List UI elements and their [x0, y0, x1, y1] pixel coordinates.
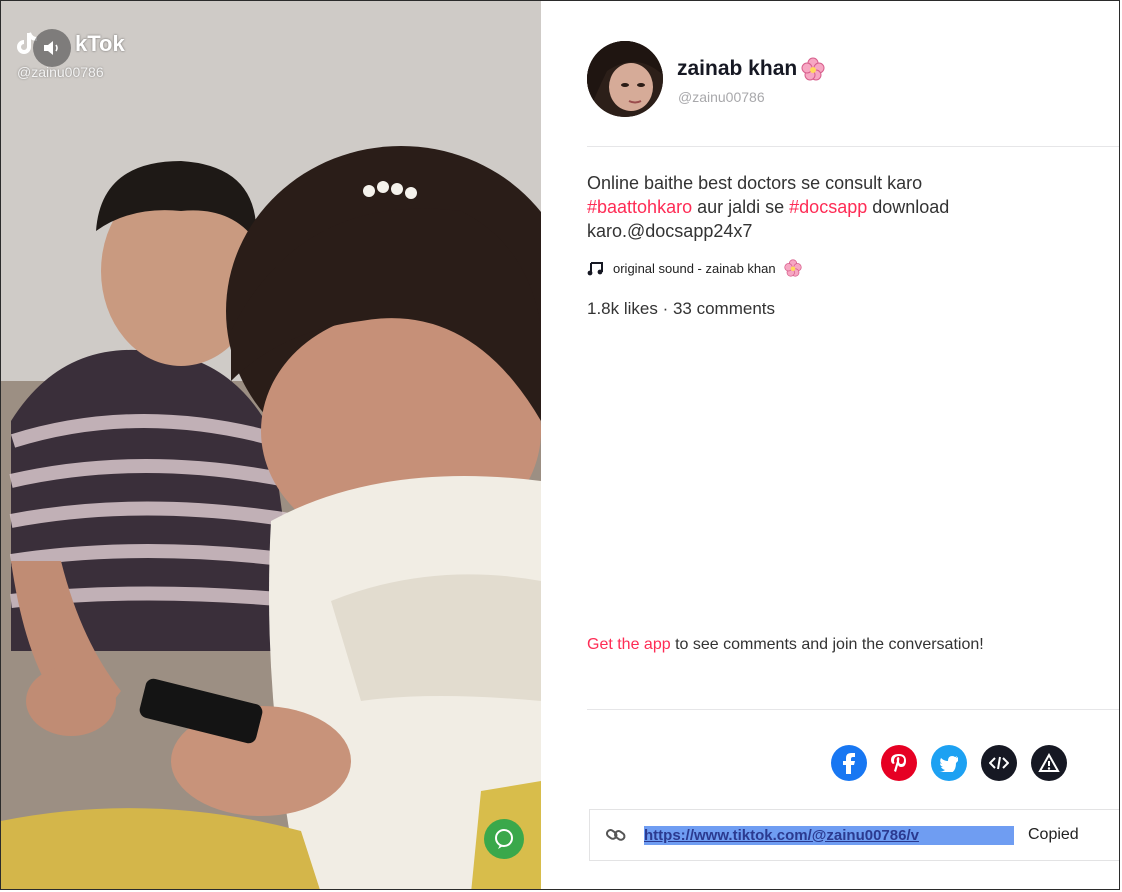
video-player[interactable]: kTok @zainu00786 — [1, 1, 541, 889]
share-url-field[interactable]: https://www.tiktok.com/@zainu00786/v — [644, 825, 1014, 845]
report-icon — [1038, 753, 1060, 772]
mute-button[interactable] — [33, 29, 71, 67]
hashtag-docsapp[interactable]: #docsapp — [789, 197, 867, 217]
sound-link[interactable]: original sound - zainab khan — [587, 259, 802, 277]
sound-label: original sound - zainab khan — [613, 260, 776, 276]
twitter-share-button[interactable] — [931, 745, 967, 781]
speaker-icon — [44, 41, 58, 55]
facebook-share-button[interactable] — [831, 745, 867, 781]
share-buttons — [831, 745, 1067, 781]
twitter-icon — [939, 756, 958, 772]
watermark-handle: @zainu00786 — [17, 64, 104, 80]
video-frame-image — [1, 1, 541, 889]
cherry-blossom-icon — [801, 57, 825, 81]
caption-text-1: Online baithe best doctors se consult ka… — [587, 173, 923, 193]
watermark-logo-text: kTok — [75, 31, 125, 56]
divider — [587, 146, 1119, 147]
facebook-icon — [843, 753, 855, 774]
avatar[interactable] — [587, 41, 663, 117]
divider — [587, 709, 1119, 710]
hashtag-baattohkaro[interactable]: #baattohkaro — [587, 197, 692, 217]
caption-text-2: aur jaldi se — [692, 197, 790, 217]
info-panel: zainab khan @zainu00786 Online baithe be… — [541, 1, 1119, 889]
profile-name[interactable]: zainab khan — [677, 57, 825, 81]
get-app-text: to see comments and join the conversatio… — [670, 636, 984, 653]
profile-handle[interactable]: @zainu00786 — [678, 89, 765, 105]
embed-share-button[interactable] — [981, 745, 1017, 781]
tiktok-embed-frame: kTok @zainu00786 zainab khan @zainu00786… — [0, 0, 1120, 890]
engagement-stats: 1.8k likes · 33 comments — [587, 299, 776, 318]
report-button[interactable] — [1031, 745, 1067, 781]
copy-link-button[interactable]: Copied — [1028, 826, 1079, 844]
pinterest-icon — [891, 754, 906, 772]
video-caption: Online baithe best doctors se consult ka… — [587, 171, 1107, 243]
docsapp-badge — [475, 819, 533, 883]
avatar-image — [587, 41, 663, 117]
pinterest-share-button[interactable] — [881, 745, 917, 781]
cherry-blossom-icon — [783, 259, 802, 277]
link-icon — [606, 827, 628, 843]
copy-link-bar: https://www.tiktok.com/@zainu00786/v Cop… — [589, 809, 1119, 861]
get-app-link[interactable]: Get the app — [587, 636, 671, 653]
profile-name-text: zainab khan — [677, 57, 798, 80]
chat-bubble-icon — [484, 819, 524, 859]
embed-icon — [989, 756, 1009, 770]
music-note-icon — [587, 262, 603, 276]
get-app-prompt: Get the app to see comments and join the… — [587, 633, 1057, 657]
